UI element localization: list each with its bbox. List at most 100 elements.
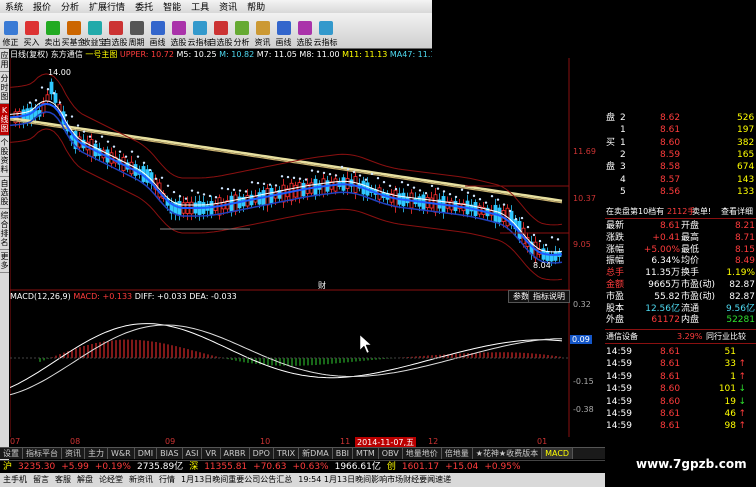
news-item-3[interactable]: 解盘 bbox=[74, 473, 96, 487]
book-price: 8.58 bbox=[660, 162, 681, 173]
toolbar-button-7[interactable]: 画线 bbox=[147, 15, 168, 48]
indicator-tab-16[interactable]: 地量地价 bbox=[403, 448, 442, 459]
indicator-tab-14[interactable]: MTM bbox=[353, 448, 379, 459]
news-item-5[interactable]: 新资讯 bbox=[126, 473, 156, 487]
date-axis: 07 08 09 10 11 2014-11-07,五 12 01 bbox=[10, 437, 570, 448]
tick-row: 14:59 8.61 33 ↑ bbox=[605, 358, 756, 370]
date-tick: 10 bbox=[260, 437, 271, 446]
quote-label: 金额 bbox=[606, 280, 625, 290]
toolbar-button-9[interactable]: 云指标 bbox=[188, 15, 212, 48]
indicator-tab-15[interactable]: OBV bbox=[379, 448, 403, 459]
indicator-help-button[interactable]: 指标说明 bbox=[528, 290, 570, 303]
divider bbox=[605, 343, 756, 344]
sar-dot bbox=[262, 182, 266, 186]
left-tab-6[interactable]: 更多 bbox=[0, 250, 9, 273]
quote-label-2: 换手 bbox=[681, 268, 700, 279]
quote-label-2: 均价 bbox=[681, 256, 700, 267]
toolbar-button-2[interactable]: 卖出 bbox=[42, 15, 63, 48]
dea-value: DEA: -0.033 bbox=[189, 292, 237, 301]
news-item-7[interactable]: 1月13日晚间重要公司公告汇总 bbox=[178, 473, 295, 487]
indicator-tab-1[interactable]: 指标平台 bbox=[23, 448, 62, 459]
toolbar-button-10[interactable]: 自选股 bbox=[209, 15, 233, 48]
news-item-4[interactable]: 论经堂 bbox=[96, 473, 126, 487]
toolbar-button-12[interactable]: 资讯 bbox=[252, 15, 273, 48]
indicator-tab-0[interactable]: 设置 bbox=[0, 448, 23, 459]
quote-value: +5.00% bbox=[643, 244, 680, 255]
toolbar-button-11[interactable]: 分析 bbox=[231, 15, 252, 48]
sar-dot bbox=[166, 184, 170, 188]
sar-dot bbox=[76, 124, 80, 127]
menu-item-5[interactable]: 智能 bbox=[158, 0, 186, 13]
news-item-8[interactable]: 19:54 1月13日晚间影响市场财经要闻速递 bbox=[295, 473, 454, 487]
quote-label: 市盈 bbox=[606, 291, 625, 302]
toolbar-button-0[interactable]: 修正 bbox=[0, 15, 21, 48]
toolbar-button-14[interactable]: 选股 bbox=[294, 15, 315, 48]
news-item-0[interactable]: 主手机 bbox=[0, 473, 30, 487]
toolbar-button-4[interactable]: 收益宝 bbox=[83, 15, 107, 48]
sar-dot bbox=[376, 176, 380, 180]
news-item-2[interactable]: 客服 bbox=[52, 473, 74, 487]
news-item-6[interactable]: 行情 bbox=[156, 473, 178, 487]
toolbar-label: 画线 bbox=[275, 38, 292, 47]
toolbar-icon-13 bbox=[276, 21, 291, 35]
left-tab-2[interactable]: K线图 bbox=[0, 104, 9, 136]
period-label[interactable]: 日线(复权) bbox=[10, 50, 48, 58]
left-tab-3[interactable]: 个股资料 bbox=[0, 136, 9, 177]
menu-item-6[interactable]: 工具 bbox=[186, 0, 214, 13]
indicator-tab-9[interactable]: ARBR bbox=[221, 448, 250, 459]
menu-item-7[interactable]: 资讯 bbox=[214, 0, 242, 13]
indicator-tab-2[interactable]: 资讯 bbox=[62, 448, 85, 459]
indicator-tab-17[interactable]: 倍地量 bbox=[442, 448, 473, 459]
indicator-tab-8[interactable]: VR bbox=[202, 448, 221, 459]
menu-item-2[interactable]: 分析 bbox=[56, 0, 84, 13]
sar-dot bbox=[544, 243, 548, 247]
sar-dot bbox=[322, 171, 326, 175]
indicator-tab-6[interactable]: BIAS bbox=[157, 448, 183, 459]
indicator-tab-12[interactable]: 新DMA bbox=[299, 448, 333, 459]
indicator-tab-3[interactable]: 主力 bbox=[85, 448, 108, 459]
tick-volume: 46 bbox=[724, 409, 736, 419]
indicator-tab-10[interactable]: DPO bbox=[250, 448, 274, 459]
toolbar-button-15[interactable]: 云指标 bbox=[314, 15, 338, 48]
toolbar-label: 资讯 bbox=[254, 38, 271, 47]
view-detail-button[interactable]: 查看详细 bbox=[721, 206, 753, 218]
kline-chart[interactable] bbox=[10, 58, 570, 437]
toolbar-button-6[interactable]: 周期 bbox=[126, 15, 147, 48]
indicator-tab-19[interactable]: MACD bbox=[542, 448, 574, 459]
menu-item-4[interactable]: 委托 bbox=[130, 0, 158, 13]
sar-dot bbox=[280, 175, 284, 178]
indicator-tab-13[interactable]: BBI bbox=[333, 448, 354, 459]
macd-tick-4: -0.38 bbox=[573, 405, 594, 414]
menu-item-0[interactable]: 系统 bbox=[0, 0, 28, 13]
toolbar-button-13[interactable]: 画线 bbox=[273, 15, 294, 48]
menu-item-1[interactable]: 报价 bbox=[28, 0, 56, 13]
main-indicator-name[interactable]: 一号主图 bbox=[85, 50, 117, 58]
book-side: 买 bbox=[606, 137, 616, 148]
left-tab-1[interactable]: 分时图 bbox=[0, 72, 9, 104]
quote-value: 9665万 bbox=[648, 280, 680, 290]
toolbar-button-1[interactable]: 买入 bbox=[21, 15, 42, 48]
toolbar-button-5[interactable]: 自选股 bbox=[104, 15, 128, 48]
menu-item-8[interactable]: 帮助 bbox=[242, 0, 270, 13]
indicator-tab-11[interactable]: TRIX bbox=[274, 448, 300, 459]
toolbar-label: 周期 bbox=[128, 38, 145, 47]
indicator-tab-18[interactable]: ★花神★收费版本 bbox=[473, 448, 543, 459]
quote-label-2: 市盈(动) bbox=[681, 291, 716, 302]
left-tab-5[interactable]: 综合排名 bbox=[0, 209, 9, 250]
menu-item-3[interactable]: 扩展行情 bbox=[84, 0, 130, 13]
news-item-1[interactable]: 留言 bbox=[30, 473, 52, 487]
left-tab-4[interactable]: 自选股 bbox=[0, 177, 9, 209]
industry-compare-button[interactable]: 同行业比较 bbox=[706, 331, 746, 343]
chart-title-bar: 日线(复权) 东方通信 一号主图 UPPER: 10.72 M5: 10.25 … bbox=[10, 49, 432, 58]
indicator-tab-5[interactable]: DMI bbox=[135, 448, 158, 459]
finance-marker[interactable]: 财 bbox=[318, 280, 326, 291]
indicator-tab-4[interactable]: W&R bbox=[108, 448, 135, 459]
quote-label: 外盘 bbox=[606, 315, 625, 326]
toolbar-button-3[interactable]: 买基金 bbox=[62, 15, 86, 48]
sar-dot bbox=[202, 193, 206, 196]
indicator-tab-7[interactable]: ASI bbox=[183, 448, 203, 459]
left-tab-0[interactable]: 应用 bbox=[0, 49, 9, 72]
macd-name[interactable]: MACD(12,26,9) bbox=[10, 292, 71, 301]
toolbar-button-8[interactable]: 选股 bbox=[168, 15, 189, 48]
sector-name[interactable]: 通信设备 bbox=[606, 331, 638, 343]
